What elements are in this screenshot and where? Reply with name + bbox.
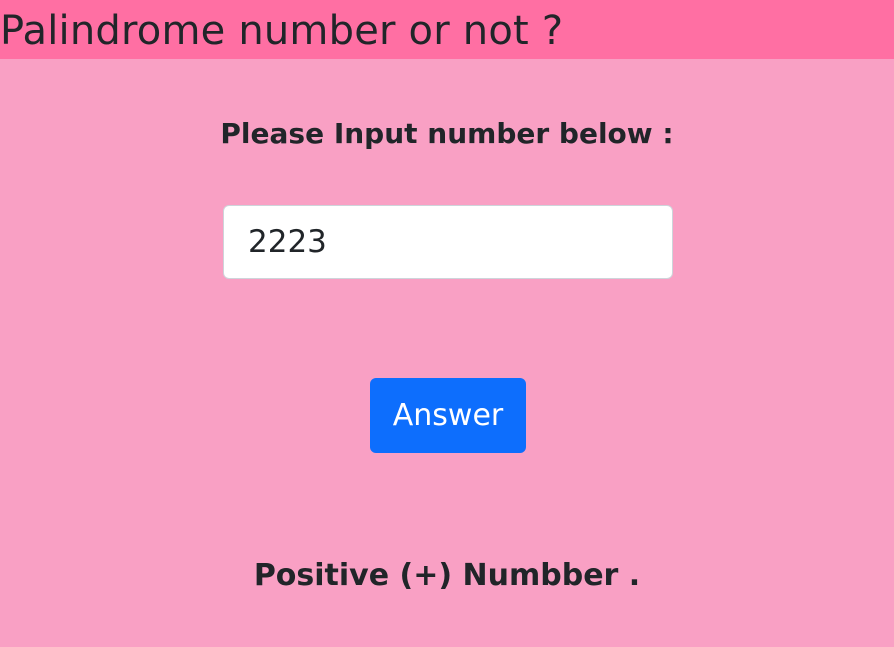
number-input[interactable] — [223, 205, 673, 279]
header-bar: Palindrome number or not ? — [0, 0, 894, 59]
input-prompt-label: Please Input number below : — [220, 117, 674, 150]
page-title: Palindrome number or not ? — [0, 8, 564, 54]
result-text: Positive (+) Numbber . — [253, 558, 641, 593]
answer-button[interactable]: Answer — [370, 378, 526, 453]
